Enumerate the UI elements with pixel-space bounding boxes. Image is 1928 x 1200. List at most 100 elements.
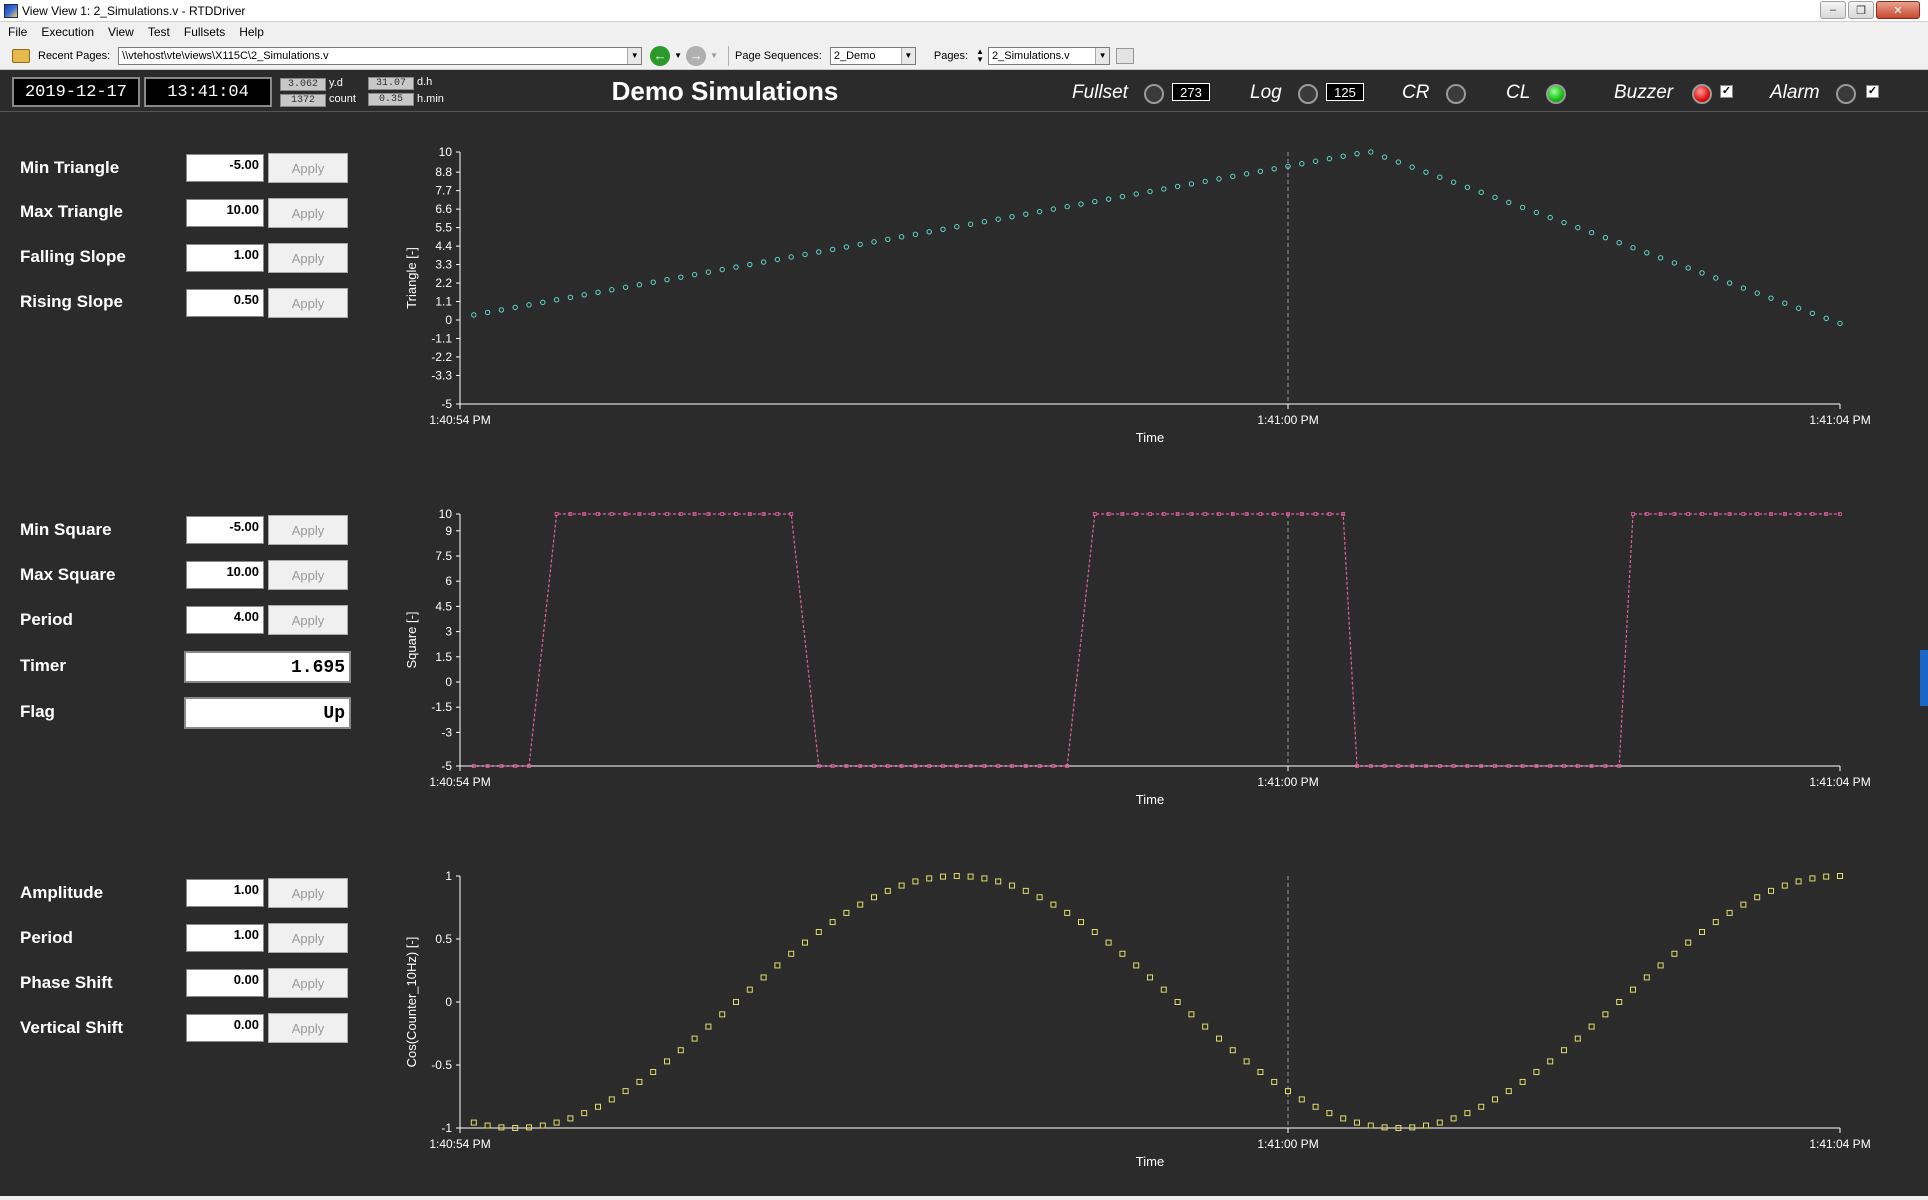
vertical-shift-apply-button[interactable]: Apply bbox=[268, 1013, 348, 1043]
data-point bbox=[1133, 191, 1139, 197]
chevron-down-icon[interactable]: ▼ bbox=[1095, 47, 1110, 64]
data-point bbox=[1064, 909, 1071, 916]
data-point bbox=[1616, 240, 1622, 246]
close-button[interactable]: ✕ bbox=[1876, 1, 1920, 19]
rising-slope-input[interactable]: 0.50 bbox=[186, 289, 264, 317]
page-sequences-combo[interactable]: 2_Demo ▼ bbox=[829, 46, 916, 65]
data-point bbox=[816, 249, 822, 255]
data-point bbox=[650, 1069, 657, 1076]
data-point bbox=[1078, 919, 1084, 926]
min-square-apply-button[interactable]: Apply bbox=[268, 515, 348, 545]
log-led[interactable] bbox=[1298, 84, 1318, 104]
data-point bbox=[1409, 1124, 1416, 1131]
data-point bbox=[608, 1096, 615, 1103]
triangle-chart[interactable]: 10 8.8 7.7 6.6 5.5 4.4 3.3 2.2 1.1 0 -1.1 -2.2 -3.3 -… bbox=[400, 140, 1900, 452]
data-point bbox=[1795, 878, 1802, 885]
square-chart[interactable]: 10 9 7.5 6 4.5 3 1.5 0 -1.5 -3 -5 1:40:54 PM 1:41:00… bbox=[400, 502, 1900, 814]
screenshot-icon[interactable] bbox=[1116, 47, 1135, 64]
data-point bbox=[981, 219, 988, 225]
scrollbar-thumb[interactable] bbox=[1920, 650, 1928, 706]
x-tick-label: 1:40:54 PM bbox=[429, 775, 490, 789]
data-point bbox=[1078, 201, 1084, 207]
page-sequences-value: 2_Demo bbox=[833, 49, 876, 62]
x-tick-label: 1:41:00 PM bbox=[1257, 775, 1318, 789]
amplitude-apply-button[interactable]: Apply bbox=[268, 878, 348, 908]
max-triangle-input[interactable]: 10.00 bbox=[186, 199, 264, 227]
alarm-checkbox[interactable]: ✓ bbox=[1866, 85, 1879, 98]
data-point bbox=[539, 1122, 546, 1129]
square-period-apply-button[interactable]: Apply bbox=[268, 605, 348, 635]
data-point bbox=[622, 284, 629, 290]
rising-slope-apply-button[interactable]: Apply bbox=[268, 288, 348, 318]
alarm-led[interactable] bbox=[1836, 84, 1856, 104]
open-folder-icon[interactable] bbox=[12, 48, 30, 63]
data-point bbox=[1023, 211, 1029, 217]
timer-display: 1.695 bbox=[184, 651, 351, 683]
app-icon bbox=[4, 3, 18, 18]
buzzer-led[interactable] bbox=[1692, 84, 1712, 104]
menu-view[interactable]: View bbox=[108, 25, 134, 39]
data-point bbox=[1354, 150, 1360, 157]
min-triangle-apply-button[interactable]: Apply bbox=[268, 153, 348, 183]
data-point bbox=[1492, 1096, 1498, 1103]
data-point bbox=[636, 1078, 643, 1085]
data-point bbox=[1202, 1023, 1209, 1030]
cosine-chart[interactable]: 1 0.5 0 -0.5 -1 1:40:54 PM 1:41:00 PM 1:41:04 P… bbox=[400, 864, 1900, 1176]
dh-value: 31.07 bbox=[368, 77, 414, 90]
menu-execution[interactable]: Execution bbox=[41, 25, 94, 39]
data-point bbox=[1340, 1115, 1347, 1122]
data-point bbox=[747, 261, 753, 268]
minimize-button[interactable]: – bbox=[1820, 1, 1846, 19]
data-point bbox=[1533, 209, 1540, 216]
min-square-input[interactable]: -5.00 bbox=[186, 516, 264, 544]
data-point bbox=[1561, 219, 1567, 226]
phase-shift-apply-button[interactable]: Apply bbox=[268, 968, 348, 998]
menu-test[interactable]: Test bbox=[148, 25, 170, 39]
pages-value: 2_Simulations.v bbox=[992, 49, 1070, 62]
recent-pages-combo[interactable]: \\vtehost\vte\views\X115C\2_Simulations.… bbox=[118, 46, 643, 65]
max-triangle-apply-button[interactable]: Apply bbox=[268, 198, 348, 228]
data-point bbox=[691, 271, 698, 278]
max-square-input[interactable]: 10.00 bbox=[186, 561, 264, 589]
chevron-down-icon[interactable]: ▼ bbox=[900, 47, 915, 64]
data-point bbox=[1809, 310, 1816, 316]
data-point bbox=[1326, 1110, 1333, 1117]
cos-period-input[interactable]: 1.00 bbox=[186, 924, 264, 952]
data-point bbox=[802, 251, 808, 258]
pages-combo[interactable]: 2_Simulations.v ▼ bbox=[988, 46, 1111, 65]
min-triangle-input[interactable]: -5.00 bbox=[186, 154, 264, 182]
max-square-apply-button[interactable]: Apply bbox=[268, 560, 348, 590]
pages-spinner-icon[interactable]: ▲ ▼ bbox=[976, 47, 984, 64]
data-point bbox=[1367, 1122, 1374, 1129]
data-point bbox=[1768, 295, 1774, 301]
cr-led[interactable] bbox=[1446, 84, 1466, 104]
falling-slope-apply-button[interactable]: Apply bbox=[268, 243, 348, 273]
data-point bbox=[1547, 1058, 1554, 1065]
back-dropdown-icon[interactable]: ▼ bbox=[674, 51, 682, 60]
falling-slope-input[interactable]: 1.00 bbox=[186, 244, 264, 272]
data-point bbox=[1423, 169, 1429, 175]
triangle-chart-svg: 10 8.8 7.7 6.6 5.5 4.4 3.3 2.2 1.1 0 -1.1 -2.2 -3.3 -… bbox=[404, 145, 1871, 445]
y-axis-title: Square [-] bbox=[404, 611, 419, 668]
data-point bbox=[484, 1122, 491, 1129]
menu-file[interactable]: File bbox=[8, 25, 27, 39]
chevron-down-icon[interactable]: ▼ bbox=[627, 47, 642, 64]
fullset-led[interactable] bbox=[1144, 84, 1164, 104]
phase-shift-input[interactable]: 0.00 bbox=[186, 969, 264, 997]
cl-led[interactable] bbox=[1546, 84, 1566, 104]
amplitude-input[interactable]: 1.00 bbox=[186, 879, 264, 907]
data-point bbox=[1602, 1011, 1609, 1018]
maximize-button[interactable]: ❐ bbox=[1848, 1, 1874, 19]
back-arrow-icon[interactable]: ← bbox=[650, 45, 671, 66]
square-period-input[interactable]: 4.00 bbox=[186, 606, 264, 634]
menu-help[interactable]: Help bbox=[239, 25, 264, 39]
buzzer-label: Buzzer bbox=[1614, 82, 1674, 103]
vertical-shift-input[interactable]: 0.00 bbox=[186, 1014, 264, 1042]
cos-period-apply-button[interactable]: Apply bbox=[268, 923, 348, 953]
log-label: Log bbox=[1250, 82, 1282, 103]
forward-dropdown-icon[interactable]: ▼ bbox=[710, 51, 718, 60]
forward-arrow-icon[interactable]: → bbox=[686, 45, 707, 66]
buzzer-checkbox[interactable]: ✓ bbox=[1720, 85, 1733, 98]
data-point bbox=[526, 302, 532, 308]
menu-fullsets[interactable]: Fullsets bbox=[184, 25, 225, 39]
